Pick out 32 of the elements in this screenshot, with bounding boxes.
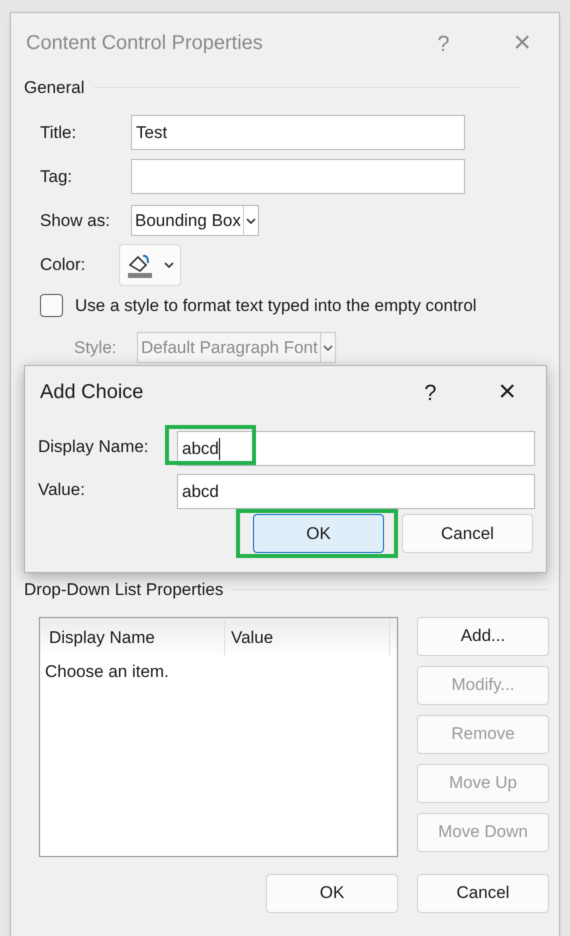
section-heading: Drop-Down List Properties [24, 579, 224, 601]
field-label: Style: [74, 336, 118, 359]
text-field[interactable]: Test [131, 115, 465, 150]
column-header[interactable]: Value [225, 620, 390, 655]
dialog-button[interactable]: Cancel [417, 874, 549, 912]
dialog-button[interactable]: OK [253, 514, 384, 553]
field-label: Value: [38, 479, 86, 501]
dialog-button[interactable]: OK [266, 874, 398, 912]
checkbox-label: Use a style to format text typed into the empty control [75, 294, 477, 316]
color-button[interactable] [119, 244, 181, 286]
dialog-button[interactable]: Add... [417, 616, 549, 656]
field-label: Color: [40, 254, 86, 276]
text-field[interactable]: abcd [177, 474, 535, 509]
text-field[interactable] [131, 159, 465, 194]
section-heading: General [24, 77, 84, 99]
help-button[interactable]: ? [424, 376, 436, 408]
dialog-title: Add Choice [40, 380, 144, 405]
dropdown[interactable]: Bounding Box [131, 205, 259, 236]
field-label: Display Name: [38, 436, 150, 458]
checkbox[interactable] [40, 294, 63, 317]
dialog-button[interactable]: Cancel [402, 514, 533, 553]
close-button[interactable]: × [498, 377, 516, 407]
column-header[interactable]: Display Name [40, 620, 225, 655]
text-field[interactable]: abcd [177, 431, 535, 466]
field-label: Show as: [40, 210, 111, 232]
chevron-down-icon [164, 260, 174, 268]
window-title: Content Control Properties [26, 31, 264, 56]
field-label: Title: [40, 122, 78, 144]
field-label: Tag: [40, 166, 74, 188]
chevron-down-icon [246, 216, 256, 224]
chevron-down-icon [322, 344, 333, 352]
list-item[interactable]: Choose an item. [40, 658, 225, 684]
